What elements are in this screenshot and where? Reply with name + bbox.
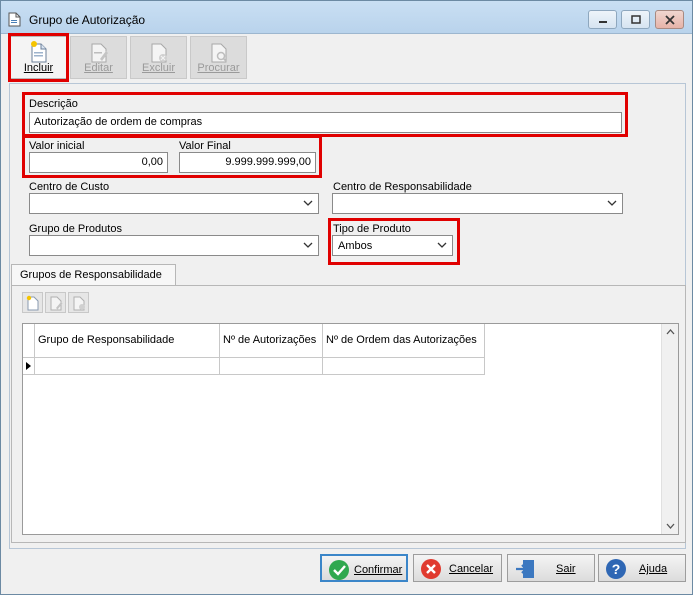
grid-header: Grupo de Responsabilidade Nº de Autoriza… — [23, 324, 485, 358]
help-icon: ? — [606, 559, 626, 579]
chevron-down-icon — [437, 242, 447, 248]
row-indicator-header — [23, 324, 35, 358]
row-indicator — [23, 358, 35, 375]
centro-resp-select[interactable] — [332, 193, 623, 214]
ajuda-label: Ajuda — [639, 563, 668, 575]
responsabilidade-grid[interactable]: Grupo de Responsabilidade Nº de Autoriza… — [22, 323, 679, 535]
valor-inicial-label: Valor inicial — [29, 140, 85, 152]
procurar-label: Procurar — [197, 62, 240, 74]
grid-delete-button[interactable] — [68, 292, 89, 313]
svg-text:?: ? — [612, 561, 621, 577]
scroll-up-icon[interactable] — [666, 329, 675, 335]
sair-button[interactable]: Sair — [507, 554, 595, 582]
check-icon — [329, 560, 349, 580]
title-bar: Grupo de Autorização — [1, 1, 692, 34]
toolbar: Incluir Editar Excluir Procurar — [7, 34, 688, 81]
chevron-down-icon — [303, 242, 313, 248]
confirmar-button[interactable]: Confirmar — [320, 554, 408, 582]
document-icon — [8, 12, 21, 27]
centro-resp-label: Centro de Responsabilidade — [333, 181, 472, 193]
valor-final-input[interactable]: 9.999.999.999,00 — [179, 152, 316, 173]
cancelar-label: Cancelar — [449, 563, 494, 575]
editar-button[interactable]: Editar — [70, 36, 127, 79]
dialog-window: Grupo de Autorização Incluir Editar Excl… — [0, 0, 693, 595]
chevron-down-icon — [303, 200, 313, 206]
grid-edit-button[interactable] — [45, 292, 66, 313]
grupo-produtos-label: Grupo de Produtos — [29, 223, 122, 235]
vertical-scrollbar[interactable] — [661, 324, 678, 534]
exit-icon — [516, 560, 534, 578]
column-header[interactable]: Nº de Autorizações — [220, 324, 323, 358]
window-title: Grupo de Autorização — [29, 13, 146, 27]
cancel-icon — [421, 559, 441, 579]
valor-final-label: Valor Final — [179, 140, 231, 152]
table-row[interactable] — [23, 358, 485, 375]
grid-add-button[interactable] — [22, 292, 43, 313]
maximize-button[interactable] — [621, 10, 650, 29]
excluir-label: Excluir — [141, 62, 175, 74]
grid-cell[interactable] — [220, 358, 323, 375]
close-icon — [665, 15, 675, 25]
tipo-produto-value: Ambos — [338, 240, 373, 252]
centro-custo-label: Centro de Custo — [29, 181, 110, 193]
excluir-button[interactable]: Excluir — [130, 36, 187, 79]
maximize-icon — [631, 15, 641, 24]
procurar-button[interactable]: Procurar — [190, 36, 247, 79]
centro-custo-select[interactable] — [29, 193, 319, 214]
confirmar-label: Confirmar — [354, 564, 403, 576]
tab-grupos-responsabilidade[interactable]: Grupos de Responsabilidade — [11, 264, 176, 286]
grid-cell[interactable] — [35, 358, 220, 375]
descricao-label: Descrição — [29, 98, 78, 110]
minimize-button[interactable] — [588, 10, 617, 29]
incluir-button[interactable]: Incluir — [10, 36, 67, 79]
column-header[interactable]: Grupo de Responsabilidade — [35, 324, 220, 358]
grid-cell[interactable] — [323, 358, 485, 375]
delete-document-icon — [73, 296, 85, 311]
descricao-input[interactable]: Autorização de ordem de compras — [29, 112, 622, 133]
tipo-produto-label: Tipo de Produto — [333, 223, 411, 235]
tipo-produto-select[interactable]: Ambos — [332, 235, 453, 256]
incluir-label: Incluir — [23, 62, 54, 74]
editar-label: Editar — [84, 62, 113, 74]
tab-content: Grupo de Responsabilidade Nº de Autoriza… — [11, 285, 686, 543]
close-button[interactable] — [655, 10, 684, 29]
cancelar-button[interactable]: Cancelar — [413, 554, 502, 582]
edit-document-icon — [50, 296, 63, 311]
minimize-icon — [599, 21, 607, 23]
new-document-icon — [26, 295, 39, 311]
chevron-down-icon — [607, 200, 617, 206]
column-header[interactable]: Nº de Ordem das Autorizações — [323, 324, 485, 358]
grupo-produtos-select[interactable] — [29, 235, 319, 256]
valor-inicial-input[interactable]: 0,00 — [29, 152, 168, 173]
row-pointer-icon — [26, 362, 31, 370]
sair-label: Sair — [556, 563, 576, 575]
scroll-down-icon[interactable] — [666, 523, 675, 529]
ajuda-button[interactable]: ? Ajuda — [598, 554, 686, 582]
